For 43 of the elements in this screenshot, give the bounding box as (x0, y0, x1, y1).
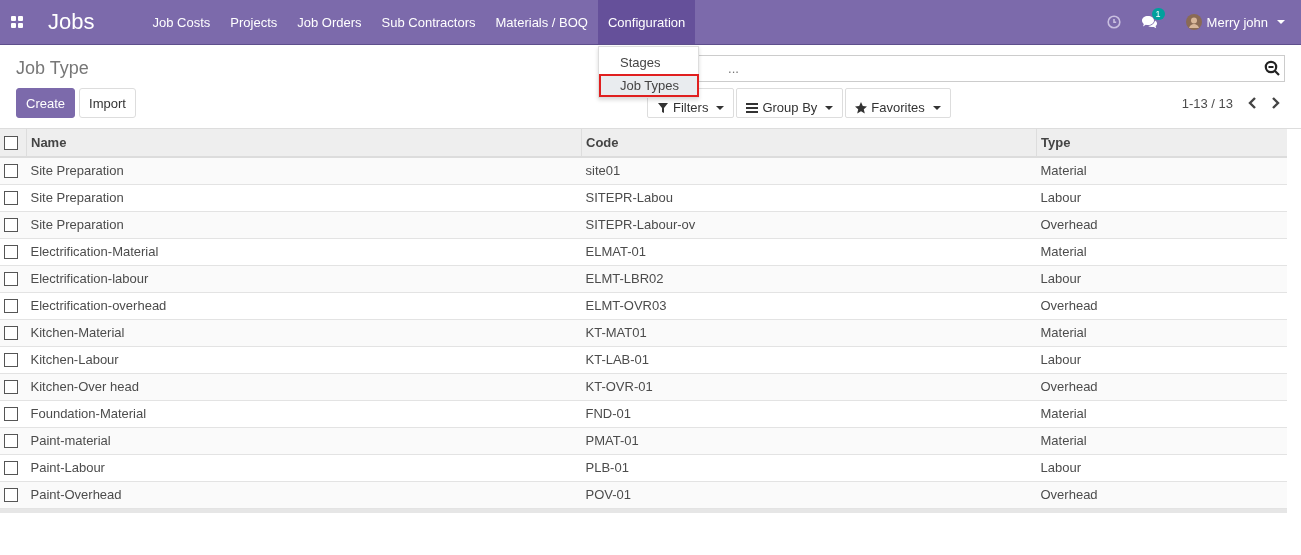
table-cell: Site Preparation (26, 184, 582, 211)
table-cell: Overhead (1036, 292, 1287, 319)
table-cell: Paint-Overhead (26, 481, 582, 508)
table-cell: Overhead (1036, 211, 1287, 238)
table-cell: Labour (1036, 265, 1287, 292)
table-cell: KT-OVR-01 (581, 373, 1037, 400)
table-cell: Electrification-overhead (26, 292, 582, 319)
table-cell: Site Preparation (26, 157, 582, 184)
table-cell: Kitchen-Labour (26, 346, 582, 373)
table-cell: Site Preparation (26, 211, 582, 238)
table-cell: Paint-material (26, 427, 582, 454)
table-cell: Overhead (1036, 373, 1287, 400)
table-cell: PLB-01 (581, 454, 1037, 481)
app-title: Jobs (48, 9, 95, 35)
table-cell: KT-MAT01 (581, 319, 1037, 346)
table-cell: Material (1036, 157, 1287, 184)
page-title: Job Type (16, 58, 89, 78)
table-cell: Foundation-Material (26, 400, 582, 427)
table-cell: Kitchen-Over head (26, 373, 582, 400)
table-cell: Labour (1036, 184, 1287, 211)
table-cell: SITEPR-Labour-ov (581, 211, 1037, 238)
table-cell: site01 (581, 157, 1037, 184)
table-cell: ELMT-OVR03 (581, 292, 1037, 319)
table-cell: Kitchen-Material (26, 319, 582, 346)
table-cell: POV-01 (581, 481, 1037, 508)
table-cell: Labour (1036, 454, 1287, 481)
table-cell: Overhead (1036, 481, 1287, 508)
table-cell: SITEPR-Labou (581, 184, 1037, 211)
table-cell: Paint-Labour (26, 454, 582, 481)
table-cell: FND-01 (581, 400, 1037, 427)
table-cell: Material (1036, 400, 1287, 427)
table-cell: Material (1036, 427, 1287, 454)
message-count-badge: 1 (1151, 8, 1165, 20)
table-cell: Electrification-Material (26, 238, 582, 265)
pager-value: 1-13 / 13 (1181, 95, 1233, 111)
table-cell: Material (1036, 319, 1287, 346)
table-cell: Electrification-labour (26, 265, 582, 292)
table-cell: KT-LAB-01 (581, 346, 1037, 373)
table-cell: PMAT-01 (581, 427, 1037, 454)
table-cell: Material (1036, 238, 1287, 265)
table-cell: ELMT-LBR02 (581, 265, 1037, 292)
table-cell: Labour (1036, 346, 1287, 373)
table-cell: ELMAT-01 (581, 238, 1037, 265)
